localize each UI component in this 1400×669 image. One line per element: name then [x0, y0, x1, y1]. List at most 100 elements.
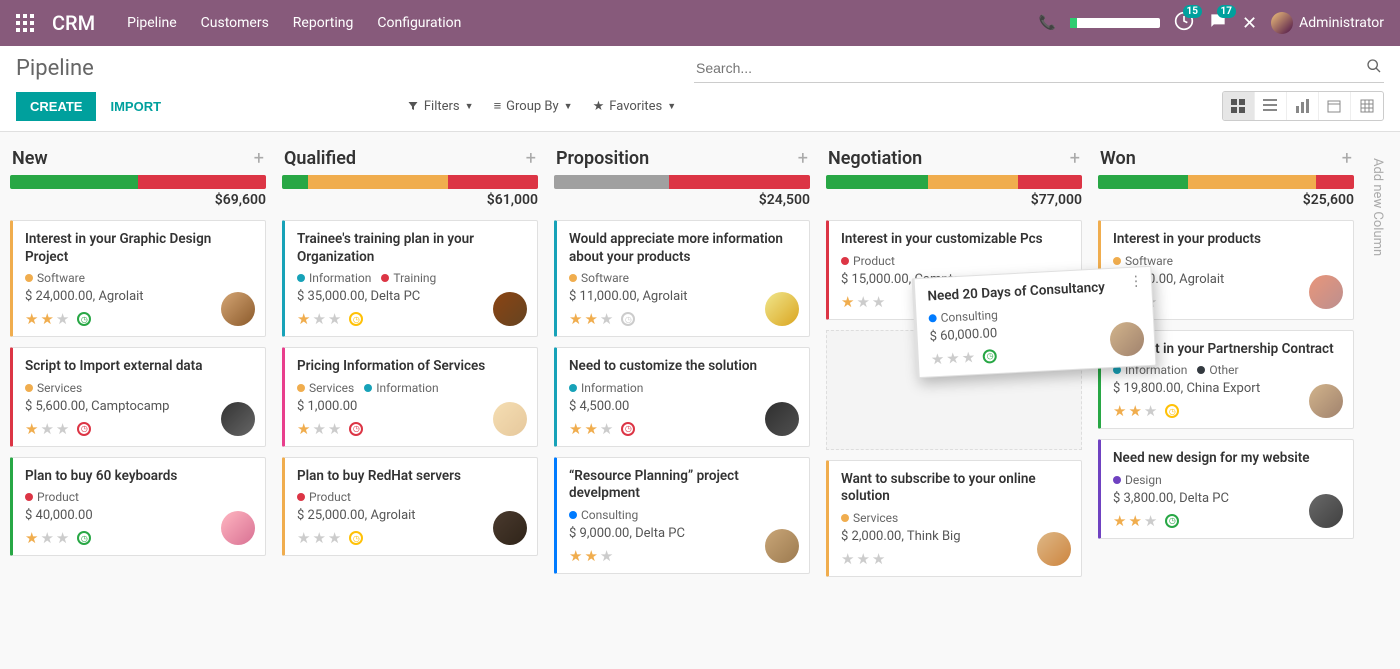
star-icon[interactable]: ★ — [297, 529, 310, 547]
star-icon[interactable]: ★ — [1128, 512, 1141, 530]
search-icon[interactable] — [1366, 58, 1382, 78]
clock-icon[interactable]: ◷ — [621, 312, 635, 326]
brand[interactable]: CRM — [52, 11, 95, 35]
star-icon[interactable]: ★ — [328, 310, 341, 328]
groupby-button[interactable]: ≡Group By▼ — [494, 98, 573, 114]
column-add-icon[interactable]: + — [526, 148, 536, 169]
column-add-icon[interactable]: + — [254, 148, 264, 169]
star-icon[interactable]: ★ — [841, 550, 854, 568]
star-icon[interactable]: ★ — [930, 349, 944, 368]
tag: Product — [841, 254, 895, 268]
star-icon[interactable]: ★ — [872, 550, 885, 568]
clock-icon[interactable]: ◷ — [77, 312, 91, 326]
star-icon[interactable]: ★ — [569, 547, 582, 565]
kanban-card[interactable]: Need new design for my website Design $ … — [1098, 439, 1354, 539]
notif-chat[interactable]: 17 — [1208, 11, 1228, 35]
view-calendar-icon[interactable] — [1319, 92, 1351, 120]
card-title: Plan to buy 60 keyboards — [25, 468, 253, 486]
star-icon[interactable]: ★ — [1113, 512, 1126, 530]
kanban-card[interactable]: Plan to buy RedHat servers Product $ 25,… — [282, 457, 538, 557]
nav-reporting[interactable]: Reporting — [293, 15, 354, 31]
star-icon[interactable]: ★ — [584, 420, 597, 438]
clock-icon[interactable]: ◷ — [983, 349, 998, 364]
star-icon[interactable]: ★ — [600, 420, 613, 438]
star-icon[interactable]: ★ — [856, 293, 869, 311]
star-icon[interactable]: ★ — [872, 293, 885, 311]
star-icon[interactable]: ★ — [1144, 512, 1157, 530]
notif-badge-1: 15 — [1183, 5, 1202, 18]
star-icon[interactable]: ★ — [1113, 402, 1126, 420]
star-icon[interactable]: ★ — [40, 310, 53, 328]
star-icon[interactable]: ★ — [569, 420, 582, 438]
star-icon[interactable]: ★ — [312, 529, 325, 547]
phone-icon[interactable]: 📞 — [1039, 15, 1056, 31]
star-icon[interactable]: ★ — [584, 547, 597, 565]
column-add-icon[interactable]: + — [798, 148, 808, 169]
star-icon[interactable]: ★ — [312, 420, 325, 438]
favorites-button[interactable]: ★Favorites▼ — [593, 98, 677, 114]
add-column-button[interactable]: Add new Column — [1370, 148, 1385, 587]
star-icon[interactable]: ★ — [56, 420, 69, 438]
nav-customers[interactable]: Customers — [201, 15, 269, 31]
view-graph-icon[interactable] — [1287, 92, 1319, 120]
apps-icon[interactable] — [16, 14, 34, 32]
star-icon[interactable]: ★ — [1144, 402, 1157, 420]
star-icon[interactable]: ★ — [25, 420, 38, 438]
star-icon[interactable]: ★ — [569, 310, 582, 328]
star-icon[interactable]: ★ — [312, 310, 325, 328]
star-icon[interactable]: ★ — [40, 529, 53, 547]
star-icon[interactable]: ★ — [328, 529, 341, 547]
clock-icon[interactable]: ◷ — [349, 531, 363, 545]
star-icon[interactable]: ★ — [56, 310, 69, 328]
kanban-card[interactable]: Plan to buy 60 keyboards Product $ 40,00… — [10, 457, 266, 557]
user-menu[interactable]: Administrator — [1271, 12, 1384, 34]
view-kanban-icon[interactable] — [1223, 92, 1255, 120]
star-icon[interactable]: ★ — [584, 310, 597, 328]
create-button[interactable]: CREATE — [16, 92, 96, 121]
view-list-icon[interactable] — [1255, 92, 1287, 120]
clock-icon[interactable]: ◷ — [1165, 404, 1179, 418]
clock-icon[interactable]: ◷ — [349, 422, 363, 436]
kanban-card[interactable]: “Resource Planning” project develpment C… — [554, 457, 810, 574]
clock-icon[interactable]: ◷ — [1165, 514, 1179, 528]
star-icon[interactable]: ★ — [40, 420, 53, 438]
star-icon[interactable]: ★ — [297, 310, 310, 328]
import-button[interactable]: IMPORT — [110, 99, 161, 114]
nav-configuration[interactable]: Configuration — [377, 15, 461, 31]
star-icon[interactable]: ★ — [600, 310, 613, 328]
star-icon[interactable]: ★ — [600, 547, 613, 565]
star-icon[interactable]: ★ — [56, 529, 69, 547]
star-icon[interactable]: ★ — [1128, 402, 1141, 420]
clock-icon[interactable]: ◷ — [77, 531, 91, 545]
kanban-card[interactable]: Interest in your Graphic Design Project … — [10, 220, 266, 337]
star-icon[interactable]: ★ — [841, 293, 854, 311]
kanban-card[interactable]: Pricing Information of Services Services… — [282, 347, 538, 447]
star-icon[interactable]: ★ — [946, 348, 960, 367]
column-add-icon[interactable]: + — [1342, 148, 1352, 169]
star-icon[interactable]: ★ — [25, 310, 38, 328]
kanban-card[interactable]: Script to Import external data Services … — [10, 347, 266, 447]
kanban-card[interactable]: Trainee's training plan in your Organiza… — [282, 220, 538, 337]
star-icon[interactable]: ★ — [856, 550, 869, 568]
clock-icon[interactable]: ◷ — [621, 422, 635, 436]
kanban-card[interactable]: Would appreciate more information about … — [554, 220, 810, 337]
kanban-card[interactable]: Need to customize the solution Informati… — [554, 347, 810, 447]
card-subtitle: $ 2,000.00, Think Big — [841, 529, 1069, 544]
kanban-card[interactable]: Want to subscribe to your online solutio… — [826, 460, 1082, 577]
star-icon[interactable]: ★ — [25, 529, 38, 547]
notif-clock[interactable]: 15 — [1174, 11, 1194, 35]
view-pivot-icon[interactable] — [1351, 92, 1383, 120]
clock-icon[interactable]: ◷ — [77, 422, 91, 436]
search-input[interactable] — [694, 54, 1384, 83]
tag: Consulting — [569, 508, 638, 522]
more-icon[interactable]: ⋮ — [1129, 273, 1144, 290]
clock-icon[interactable]: ◷ — [349, 312, 363, 326]
nav-pipeline[interactable]: Pipeline — [127, 15, 177, 31]
kanban-card[interactable]: ⋮ Need 20 Days of Consultancy Consulting… — [912, 266, 1157, 378]
star-icon[interactable]: ★ — [961, 348, 975, 367]
column-add-icon[interactable]: + — [1070, 148, 1080, 169]
star-icon[interactable]: ★ — [297, 420, 310, 438]
close-icon[interactable]: ✕ — [1242, 13, 1257, 34]
star-icon[interactable]: ★ — [328, 420, 341, 438]
filters-button[interactable]: Filters▼ — [407, 98, 474, 114]
